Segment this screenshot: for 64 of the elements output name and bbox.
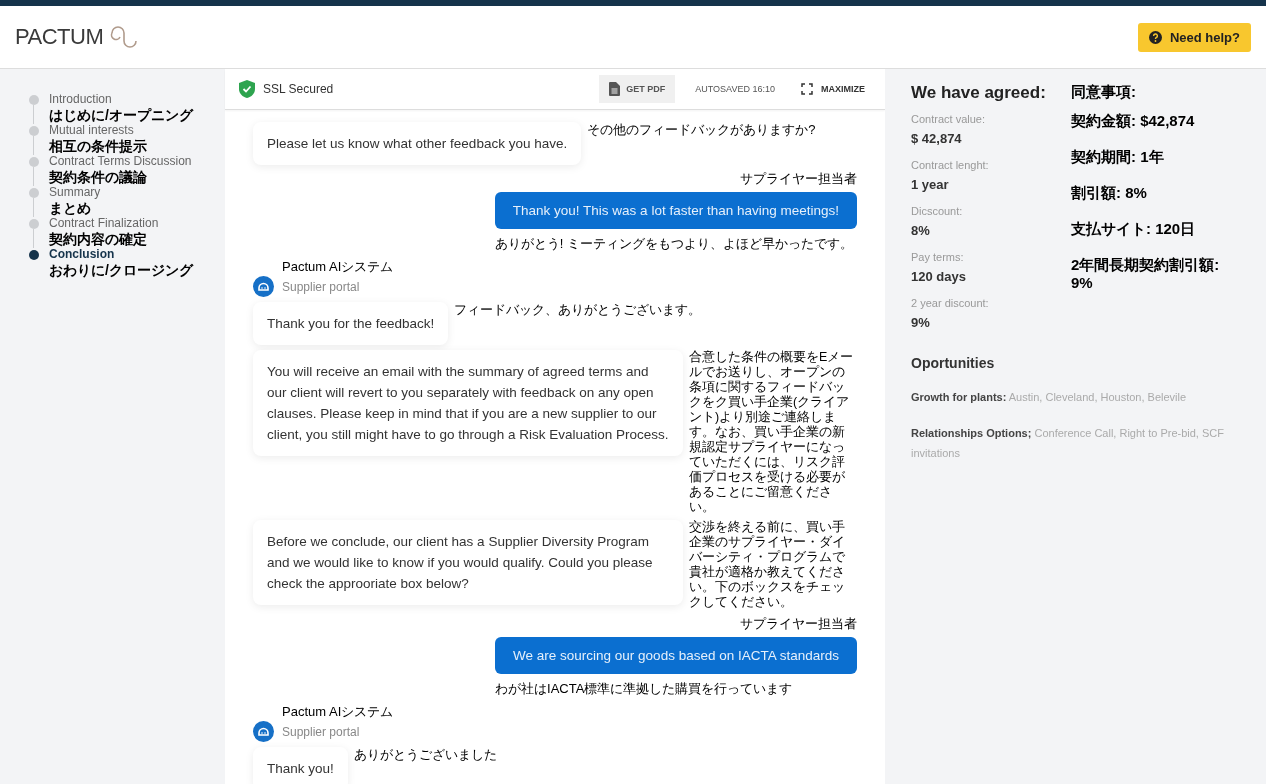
step-annotation: おわりに/クロージング bbox=[49, 261, 193, 279]
section-title-annotation: 同意事項: bbox=[1071, 83, 1137, 102]
term-value: $ 42,874 bbox=[911, 131, 963, 146]
step-annotation: 契約条件の議論 bbox=[49, 168, 148, 186]
term-label: Contract value: bbox=[911, 113, 986, 125]
help-button[interactable]: Need help? bbox=[1137, 22, 1251, 52]
agent-message: Before we conclude, our client has a Supplier Diversity Program and we would like to know if you would qualify. Could you please check the approoriate box below? bbox=[253, 520, 683, 605]
logo: PACTUM bbox=[15, 24, 104, 50]
translation-note: わが社はIACTA標準に準拠した購買を行っています bbox=[495, 680, 793, 698]
sender-label: サプライヤー担当者 bbox=[740, 170, 857, 188]
agent-message: Thank you! bbox=[253, 747, 348, 784]
term-label: Pay terms: bbox=[911, 251, 965, 263]
agent-message: Please let us know what other feedback you have. bbox=[253, 122, 582, 165]
opportunity-text: Growth for plants: Austin, Cleveland, Houston, Belevile bbox=[911, 390, 1188, 405]
get-pdf-button[interactable]: GET PDF bbox=[599, 75, 676, 103]
sender-portal: Supplier portal bbox=[282, 724, 360, 739]
step-link[interactable]: Contract Finalization bbox=[49, 217, 159, 230]
term-value: 8% bbox=[911, 223, 931, 238]
translation-note: その他のフィードバックがありますか? bbox=[587, 122, 816, 137]
term-annotation: 割引額: 8% bbox=[1071, 184, 1148, 202]
term-label: Dicscount: bbox=[911, 205, 964, 217]
term-value: 1 year bbox=[911, 177, 950, 192]
step-link[interactable]: Conclusion bbox=[49, 248, 193, 261]
translation-note: 交渉を終える前に、買い手企業のサプライヤー・ダイバーシティ・プログラムで貴社が適格か教えてください。下のボックスをチェックしてください。 bbox=[689, 520, 846, 610]
translation-note: ありがとうございました bbox=[353, 747, 497, 762]
user-message: We are sourcing our goods based on IACTA standards bbox=[495, 637, 857, 674]
shield-check-icon bbox=[239, 80, 255, 98]
user-message: Thank you! This was a lot faster than having meetings! bbox=[494, 192, 857, 229]
maximize-button[interactable]: MAXIMIZE bbox=[795, 82, 871, 96]
maximize-icon bbox=[801, 83, 813, 95]
step-annotation: 契約内容の確定 bbox=[49, 230, 148, 248]
step-link[interactable]: Contract Terms Discussion bbox=[49, 155, 192, 168]
sender-portal: Supplier portal bbox=[282, 279, 360, 294]
term-label: Contract lenght: bbox=[911, 159, 990, 171]
step-link[interactable]: Introduction bbox=[49, 93, 193, 106]
bot-avatar-icon bbox=[253, 276, 274, 297]
term-value: 9% bbox=[911, 315, 931, 330]
term-annotation: 2年間長期契約割引額: 9% bbox=[1071, 256, 1221, 292]
step-annotation: まとめ bbox=[49, 199, 92, 217]
step-annotation: はじめに/オープニング bbox=[49, 106, 193, 124]
section-title: We have agreed: bbox=[911, 83, 1047, 103]
term-annotation: 契約期間: 1年 bbox=[1071, 148, 1165, 166]
help-icon bbox=[1148, 30, 1162, 44]
translation-note: ありがとう! ミーティングをもつより、よほど早かったです。 bbox=[494, 235, 854, 253]
opportunity-text: Relationships Options; Conference Call, Right to Pre-bid, SCF invitations bbox=[911, 426, 1225, 461]
agent-message: Thank you for the feedback! bbox=[253, 302, 449, 345]
translation-note: フィードバック、ありがとうございます。 bbox=[454, 302, 702, 317]
step-link[interactable]: Summary bbox=[49, 186, 101, 199]
autosave-status: AUTOSAVED 16:10 bbox=[695, 84, 775, 94]
translation-note: 合意した条件の概要をEメールでお送りし、オープンの条項に関するフィードバックをク買い手企業(クライアント)より別途ご連絡します。なお、買い手企業の新規認定サプライヤーになっていただくには、リスク評価プロセスを受ける必要があることにご留意ください。 bbox=[689, 350, 855, 515]
sender-name: Pactum AIシステム bbox=[282, 703, 395, 721]
sender-name: Pactum AIシステム bbox=[282, 258, 395, 276]
term-annotation: 契約金額: $42,874 bbox=[1071, 112, 1196, 130]
bot-avatar-icon bbox=[253, 721, 274, 742]
term-annotation: 支払サイト: 120日 bbox=[1071, 220, 1197, 238]
step-annotation: 相互の条件提示 bbox=[49, 137, 147, 155]
document-icon bbox=[609, 82, 621, 96]
term-value: 120 days bbox=[911, 269, 967, 284]
step-link[interactable]: Mutual interests bbox=[49, 124, 147, 137]
ssl-status: SSL Secured bbox=[263, 82, 335, 96]
agent-message: You will receive an email with the summary of agreed terms and our client will revert to you separately with feedback on any open clauses. Please keep in mind that if you are a new supplier to our client, you still might have to go through a Risk Evaluation Process. bbox=[253, 350, 683, 456]
sender-label: サプライヤー担当者 bbox=[740, 615, 857, 633]
term-label: 2 year discount: bbox=[911, 297, 990, 309]
section-title: Oportunities bbox=[911, 355, 996, 371]
